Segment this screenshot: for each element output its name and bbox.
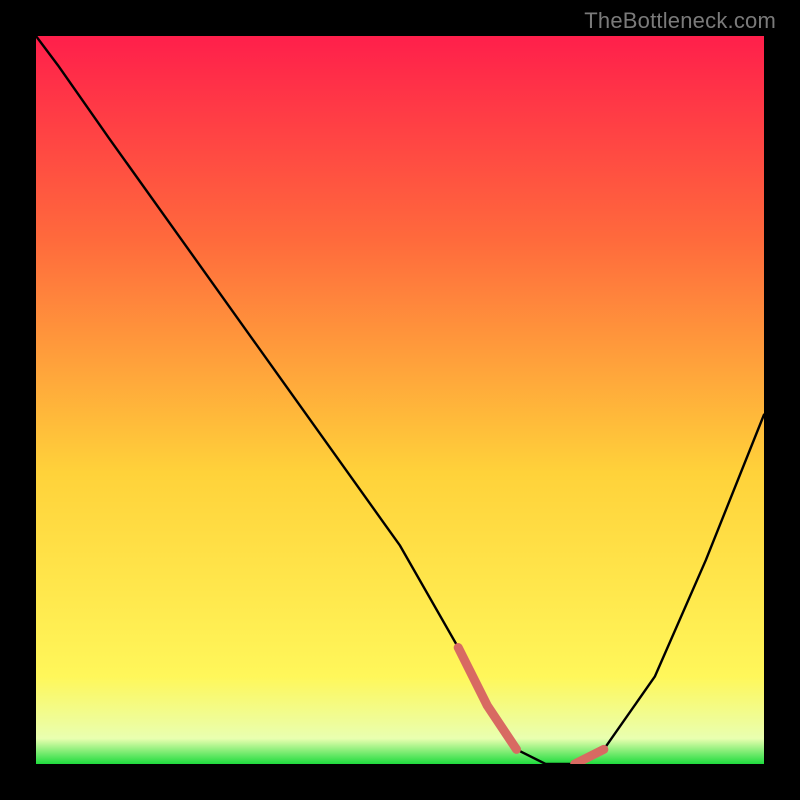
bottleneck-curve bbox=[36, 36, 764, 764]
plot-area bbox=[36, 36, 764, 764]
watermark-text: TheBottleneck.com bbox=[584, 8, 776, 34]
highlight-segment bbox=[575, 749, 604, 764]
highlight-segment bbox=[458, 648, 516, 750]
curve-layer bbox=[36, 36, 764, 764]
highlight-segments bbox=[458, 648, 604, 765]
chart-container: TheBottleneck.com bbox=[0, 0, 800, 800]
